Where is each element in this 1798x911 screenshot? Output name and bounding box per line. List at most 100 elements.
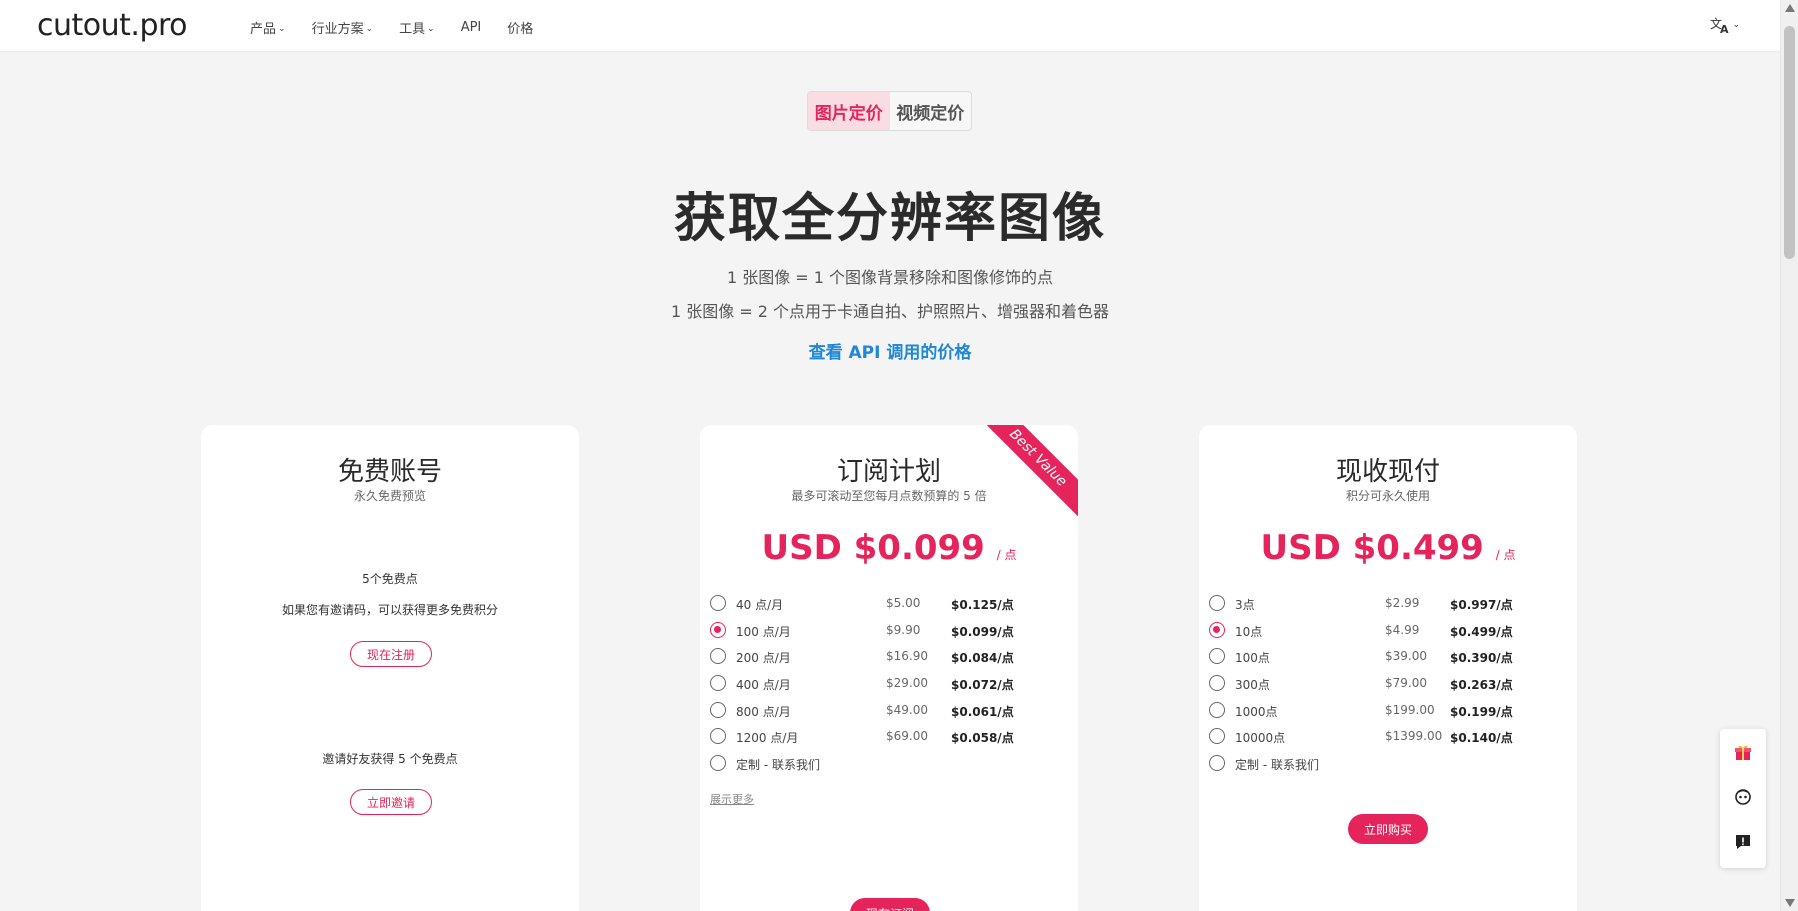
- scroll-up-arrow-icon[interactable]: [1785, 4, 1795, 12]
- chevron-down-icon: ⌄: [1732, 20, 1740, 30]
- radio-button[interactable]: [710, 675, 726, 692]
- page-scrollbar[interactable]: [1780, 0, 1798, 911]
- chevron-down-icon: ⌄: [278, 23, 286, 34]
- radio-button[interactable]: [710, 728, 726, 745]
- scroll-thumb[interactable]: [1784, 26, 1795, 259]
- plan-option[interactable]: 100 点/月 $9.90 $0.099/点: [710, 617, 1060, 644]
- nav-label: 产品: [250, 22, 277, 37]
- price-amount: USD $0.499: [1260, 528, 1484, 568]
- option-label: 10点: [1235, 624, 1263, 639]
- option-per-point: $0.084/点: [951, 651, 1014, 666]
- radio-button[interactable]: [1209, 701, 1225, 718]
- radio-button[interactable]: [1209, 675, 1225, 692]
- option-price: $16.90: [886, 649, 928, 664]
- show-more-link[interactable]: 展示更多: [710, 791, 754, 807]
- plan-option[interactable]: 1200 点/月 $69.00 $0.058/点: [710, 723, 1060, 750]
- nav-label: API: [460, 20, 482, 35]
- option-price: $4.99: [1385, 622, 1420, 637]
- option-price: $9.90: [886, 622, 921, 637]
- option-per-point: $0.125/点: [951, 598, 1014, 612]
- plan-option[interactable]: 300点 $79.00 $0.263/点: [1209, 670, 1559, 697]
- plan-option[interactable]: 100点 $39.00 $0.390/点: [1209, 643, 1559, 670]
- radio-button[interactable]: [1209, 621, 1225, 638]
- price-amount: USD $0.099: [761, 528, 985, 568]
- chat-robot-icon[interactable]: [1733, 787, 1753, 807]
- card-title: 订阅计划: [836, 457, 941, 487]
- option-price: $2.99: [1385, 596, 1420, 610]
- radio-button[interactable]: [1209, 648, 1225, 665]
- option-per-point: $0.061/点: [951, 704, 1014, 719]
- payg-options: 3点 $2.99 $0.997/点 10点 $4.99 $0.499/点 100…: [1209, 590, 1559, 777]
- option-per-point: $0.263/点: [1450, 678, 1513, 693]
- invite-button[interactable]: 立即邀请: [350, 789, 432, 815]
- option-label: 400 点/月: [736, 678, 791, 693]
- radio-button[interactable]: [1209, 755, 1225, 772]
- nav-item-industry-solutions[interactable]: 行业方案 ⌄: [312, 18, 374, 37]
- plan-option-custom[interactable]: 定制 - 联系我们: [1209, 750, 1559, 777]
- option-per-point: $0.072/点: [951, 678, 1014, 693]
- nav-item-api[interactable]: API: [461, 18, 482, 37]
- option-per-point: $0.058/点: [951, 731, 1014, 746]
- radio-button[interactable]: [1209, 728, 1225, 745]
- card-subtitle: 积分可永久使用: [1345, 489, 1430, 503]
- option-label: 定制 - 联系我们: [1235, 758, 1319, 773]
- radio-button[interactable]: [1209, 595, 1225, 611]
- option-price: $1399.00: [1385, 729, 1443, 744]
- tab-image-pricing[interactable]: 图片定价: [808, 92, 890, 130]
- nav-label: 工具: [399, 22, 426, 37]
- subscription-plan-card: Best Value 订阅计划 最多可滚动至您每月点数预算的 5 倍 USD $…: [700, 425, 1078, 911]
- option-price: $49.00: [886, 702, 928, 717]
- option-label: 40 点/月: [736, 598, 784, 612]
- page-title: 获取全分辨率图像: [673, 189, 1106, 249]
- plan-option[interactable]: 800 点/月 $49.00 $0.061/点: [710, 697, 1060, 724]
- feedback-icon[interactable]: [1733, 832, 1753, 852]
- radio-button[interactable]: [710, 755, 726, 772]
- plan-price: USD $0.099 / 点: [700, 528, 1078, 568]
- hero-description-line-2: 1 张图像 = 2 个点用于卡通自拍、护照照片、增强器和着色器: [670, 302, 1110, 321]
- plan-option[interactable]: 10000点 $1399.00 $0.140/点: [1209, 723, 1559, 750]
- pricing-type-tabs: 图片定价 视频定价: [807, 91, 972, 131]
- option-price: $199.00: [1385, 702, 1435, 717]
- plan-option[interactable]: 3点 $2.99 $0.997/点: [1209, 590, 1559, 617]
- option-label: 定制 - 联系我们: [736, 758, 820, 773]
- option-per-point: $0.499/点: [1450, 624, 1513, 639]
- invite-code-text: 如果您有邀请码，可以获得更多免费积分: [281, 603, 498, 617]
- tab-video-pricing[interactable]: 视频定价: [890, 92, 972, 130]
- plan-option[interactable]: 10点 $4.99 $0.499/点: [1209, 617, 1559, 644]
- nav-item-pricing[interactable]: 价格: [507, 18, 533, 37]
- signup-button[interactable]: 现在注册: [350, 641, 432, 667]
- plan-option[interactable]: 1000点 $199.00 $0.199/点: [1209, 697, 1559, 724]
- buy-now-button[interactable]: 立即购买: [1348, 814, 1428, 844]
- top-navigation-bar: cutout.pro 产品 ⌄ 行业方案 ⌄ 工具 ⌄ API 价格 文 A ⌄: [0, 0, 1780, 52]
- plan-option[interactable]: 400 点/月 $29.00 $0.072/点: [710, 670, 1060, 697]
- radio-button[interactable]: [710, 648, 726, 665]
- option-label: 300点: [1235, 678, 1270, 693]
- nav-label: 价格: [507, 22, 534, 37]
- option-label: 100点: [1235, 651, 1270, 666]
- option-price: $39.00: [1385, 649, 1427, 664]
- radio-button[interactable]: [710, 595, 726, 611]
- main-nav: 产品 ⌄ 行业方案 ⌄ 工具 ⌄ API 价格: [250, 18, 533, 37]
- invite-friends-text: 邀请好友获得 5 个免费点: [322, 752, 458, 766]
- gift-icon[interactable]: [1733, 743, 1753, 763]
- subscribe-button[interactable]: 现在订阅: [850, 898, 930, 911]
- plan-option[interactable]: 200 点/月 $16.90 $0.084/点: [710, 643, 1060, 670]
- option-per-point: $0.997/点: [1450, 598, 1513, 612]
- nav-item-products[interactable]: 产品 ⌄: [250, 18, 286, 37]
- price-unit: / 点: [996, 548, 1017, 562]
- plan-option[interactable]: 40 点/月 $5.00 $0.125/点: [710, 590, 1060, 617]
- radio-button[interactable]: [710, 621, 726, 638]
- logo[interactable]: cutout.pro: [37, 8, 188, 43]
- option-label: 100 点/月: [736, 624, 791, 639]
- option-per-point: $0.390/点: [1450, 651, 1513, 666]
- option-price: $79.00: [1385, 676, 1427, 691]
- language-selector[interactable]: 文 A ⌄: [1710, 16, 1740, 34]
- api-pricing-link[interactable]: 查看 API 调用的价格: [0, 338, 1780, 363]
- radio-button[interactable]: [710, 701, 726, 718]
- plan-price: USD $0.499 / 点: [1199, 528, 1577, 568]
- nav-item-tools[interactable]: 工具 ⌄: [399, 18, 435, 37]
- svg-text:A: A: [1720, 23, 1729, 34]
- plan-option-custom[interactable]: 定制 - 联系我们: [710, 750, 1060, 777]
- scroll-down-arrow-icon[interactable]: [1785, 899, 1795, 907]
- hero-description-line-1: 1 张图像 = 1 个图像背景移除和图像修饰的点: [726, 268, 1054, 287]
